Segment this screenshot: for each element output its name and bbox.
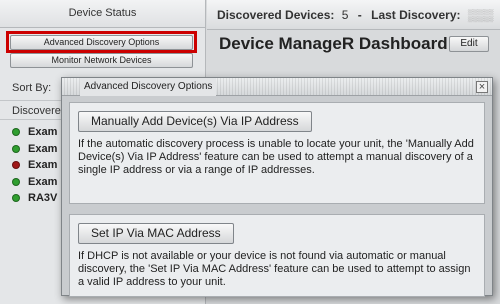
list-item[interactable]: Exam [12,124,57,141]
list-item[interactable]: Exam [12,174,57,191]
list-item[interactable]: Exam [12,141,57,158]
monitor-network-devices-button[interactable]: Monitor Network Devices [10,53,193,68]
status-online-icon [12,177,20,186]
set-ip-via-mac-button[interactable]: Set IP Via MAC Address [78,223,234,244]
device-name: Exam [28,126,58,139]
sort-by-label: Sort By: [12,82,52,94]
device-name: Exam [28,175,58,188]
set-ip-section: Set IP Via MAC Address If DHCP is not av… [69,214,485,297]
sidebar-header: Device Status [0,0,205,28]
manual-add-description: If the automatic discovery process is un… [78,138,474,176]
list-item[interactable]: RA3V [12,190,57,207]
status-online-icon [12,128,20,137]
device-list: Exam Exam Exam Exam RA3V [12,124,57,207]
last-discovery-value-obscured: ▒▒▒ [467,8,494,22]
dialog-titlebar[interactable]: Advanced Discovery Options × [62,78,492,96]
status-offline-icon [12,161,20,170]
status-online-icon [12,194,20,203]
advanced-discovery-options-button[interactable]: Advanced Discovery Options [10,35,193,50]
close-icon[interactable]: × [476,81,488,93]
set-ip-description: If DHCP is not available or your device … [78,250,471,288]
status-bar: Discovered Devices: 5 - Last Discovery: … [207,0,500,30]
manual-add-section: Manually Add Device(s) Via IP Address If… [69,102,485,204]
device-name: Exam [28,159,58,172]
dialog-title: Advanced Discovery Options [80,78,217,96]
status-online-icon [12,144,20,153]
dialog-body: Manually Add Device(s) Via IP Address If… [62,96,492,297]
discovered-devices-label: Discovered Devices: [217,8,335,22]
device-name: Exam [28,142,58,155]
last-discovery-label: Last Discovery: [371,8,461,22]
page-title: Device ManageR Dashboard [219,34,448,53]
advanced-discovery-dialog: Advanced Discovery Options × Manually Ad… [61,77,493,297]
separator: - [357,8,362,22]
manually-add-device-button[interactable]: Manually Add Device(s) Via IP Address [78,111,312,132]
device-name: RA3V [28,192,58,205]
edit-button[interactable]: Edit [449,36,489,52]
discovered-devices-count: 5 [341,8,349,22]
list-item[interactable]: Exam [12,157,57,174]
